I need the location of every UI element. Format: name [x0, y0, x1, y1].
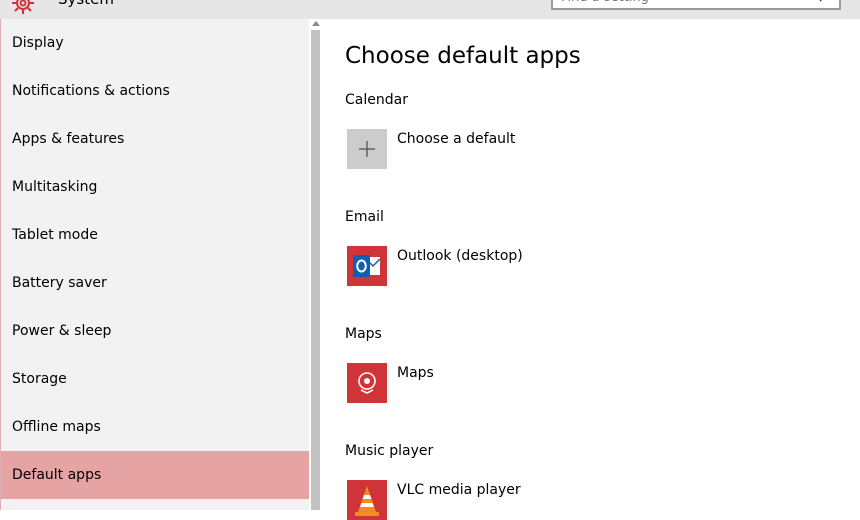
sidebar-item-label: Battery saver — [12, 275, 107, 291]
sidebar-item-label: Apps & features — [12, 131, 125, 147]
search-icon[interactable] — [819, 0, 833, 2]
section-label-music-player: Music player — [345, 443, 434, 459]
outlook-icon — [347, 246, 387, 286]
sidebar-item-label: Default apps — [12, 467, 102, 483]
section-label-maps: Maps — [345, 326, 382, 342]
sidebar-item-multitasking[interactable]: Multitasking — [1, 163, 310, 211]
app-name: Outlook (desktop) — [397, 248, 523, 264]
sidebar-item-label: Display — [12, 35, 64, 51]
sidebar-item-storage[interactable]: Storage — [1, 355, 310, 403]
sidebar-scrollbar[interactable] — [309, 19, 322, 510]
sidebar-item-tablet-mode[interactable]: Tablet mode — [1, 211, 310, 259]
gear-icon — [12, 0, 34, 14]
scrollbar-thumb[interactable] — [311, 30, 320, 510]
sidebar-item-label: Multitasking — [12, 179, 98, 195]
scroll-up-arrow-icon[interactable] — [312, 21, 320, 26]
search-input[interactable] — [559, 0, 813, 9]
sidebar-item-apps-features[interactable]: Apps & features — [1, 115, 310, 163]
sidebar-item-label: Storage — [12, 371, 67, 387]
sidebar-item-power-sleep[interactable]: Power & sleep — [1, 307, 310, 355]
sidebar-item-label: Offline maps — [12, 419, 101, 435]
sidebar-item-label: Notifications & actions — [12, 83, 170, 99]
default-app-maps[interactable]: Maps — [347, 363, 747, 403]
plus-icon — [347, 129, 387, 169]
sidebar-item-display[interactable]: Display — [1, 19, 310, 67]
sidebar-item-label: Tablet mode — [12, 227, 98, 243]
window-title: System — [58, 0, 114, 8]
app-name: Maps — [397, 365, 434, 381]
sidebar-item-battery-saver[interactable]: Battery saver — [1, 259, 310, 307]
title-bar: System — [0, 0, 860, 19]
sidebar-item-label: Power & sleep — [12, 323, 112, 339]
sidebar: Display Notifications & actions Apps & f… — [0, 19, 310, 510]
app-name: Choose a default — [397, 131, 516, 147]
search-box[interactable] — [551, 0, 841, 10]
sidebar-item-default-apps[interactable]: Default apps — [1, 451, 310, 499]
section-label-calendar: Calendar — [345, 92, 408, 108]
sidebar-item-offline-maps[interactable]: Offline maps — [1, 403, 310, 451]
default-app-email[interactable]: Outlook (desktop) — [347, 246, 747, 286]
maps-icon — [347, 363, 387, 403]
page-title: Choose default apps — [345, 43, 581, 69]
default-app-music-player[interactable]: VLC media player — [347, 480, 747, 520]
vlc-icon — [347, 480, 387, 520]
app-name: VLC media player — [397, 482, 521, 498]
default-app-calendar[interactable]: Choose a default — [347, 129, 747, 169]
sidebar-item-notifications[interactable]: Notifications & actions — [1, 67, 310, 115]
section-label-email: Email — [345, 209, 384, 225]
